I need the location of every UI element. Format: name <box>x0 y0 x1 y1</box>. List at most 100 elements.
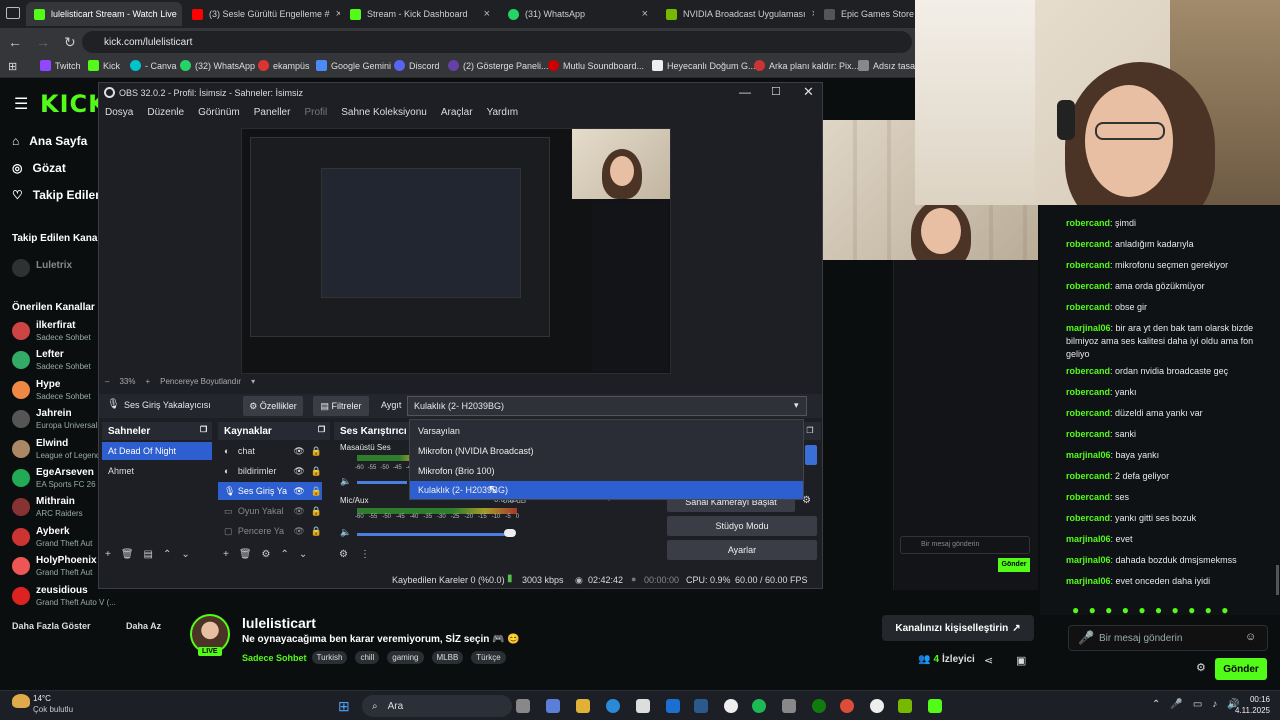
speaker-icon[interactable]: 🔈 <box>340 476 351 487</box>
filters-button[interactable]: ▤ Filtreler <box>313 396 369 416</box>
chat-username[interactable]: robercand <box>1066 281 1110 291</box>
chevron-up-icon[interactable]: ⌃ <box>281 549 289 560</box>
zoom-out-icon[interactable]: – <box>105 377 109 386</box>
fit-to-window[interactable]: Pencereye Boyutlandır <box>160 377 241 386</box>
chat-message[interactable]: robercand: sanki <box>1066 428 1276 441</box>
edge-browser-icon[interactable] <box>606 699 620 713</box>
category-link[interactable]: Sadece Sohbet <box>242 653 307 663</box>
menu-edit[interactable]: Düzenle <box>147 107 184 118</box>
studio-mode-button[interactable]: Stüdyo Modu <box>667 516 817 536</box>
bookmark-item[interactable]: ekampüs <box>258 60 310 71</box>
tab-kick-stream[interactable]: lulelisticart Stream - Watch Live× <box>26 2 182 26</box>
lock-icon[interactable]: 🔒 <box>311 526 322 537</box>
url-input[interactable]: kick.com/lulelisticart <box>82 31 912 53</box>
menu-view[interactable]: Görünüm <box>198 107 240 118</box>
eye-icon[interactable]: 👁 <box>293 466 304 477</box>
store-icon[interactable] <box>636 699 650 713</box>
bookmark-item[interactable]: (32) WhatsApp <box>180 60 255 71</box>
close-icon[interactable]: × <box>484 8 490 20</box>
source-item[interactable]: ▭ Oyun Yakal 👁 🔒 <box>218 502 322 520</box>
source-item[interactable]: ▢ Pencere Ya 👁 🔒 <box>218 522 322 540</box>
dock-float-icon[interactable]: ❐ <box>318 425 325 434</box>
lock-icon[interactable]: 🔒 <box>311 486 322 497</box>
add-icon[interactable]: + <box>223 549 229 560</box>
emoji-icon[interactable]: ☺ <box>1245 631 1256 643</box>
chat-username[interactable]: robercand <box>1066 492 1110 502</box>
chat-message[interactable]: marjinal06: evet <box>1066 533 1276 546</box>
chat-username[interactable]: robercand <box>1066 429 1110 439</box>
task-view-icon[interactable] <box>516 699 530 713</box>
show-less-link[interactable]: Daha Az <box>126 621 161 631</box>
bookmark-item[interactable]: - Canva <box>130 60 177 71</box>
chat-input[interactable]: Bir mesaj gönderin <box>1068 625 1268 651</box>
chat-message[interactable]: robercand: ordan nvidia broadcaste geç <box>1066 365 1276 378</box>
xbox-icon[interactable] <box>812 699 826 713</box>
eye-icon[interactable]: 👁 <box>293 486 304 497</box>
widgets-icon[interactable] <box>546 699 560 713</box>
tab-nvidia[interactable]: NVIDIA Broadcast Uygulaması × <box>658 2 814 26</box>
spotify-icon[interactable] <box>752 699 766 713</box>
zoom-in-icon[interactable]: + <box>145 377 150 386</box>
tab-youtube[interactable]: (3) Sesle Gürültü Engelleme # × <box>184 2 340 26</box>
chevron-down-icon[interactable]: ⌄ <box>181 549 189 560</box>
properties-button[interactable]: ⚙ Özellikler <box>243 396 303 416</box>
nav-home[interactable]: ⌂ Ana Sayfa <box>12 134 87 148</box>
chat-username[interactable]: robercand <box>1066 260 1110 270</box>
bookmark-item[interactable]: Google Gemini <box>316 60 391 71</box>
menu-icon[interactable]: ☰ <box>14 94 28 114</box>
nav-browse[interactable]: ◎ Gözat <box>12 161 66 175</box>
chat-message[interactable]: marjinal06: evet onceden daha iyidi <box>1066 575 1276 588</box>
obs-preview-canvas[interactable] <box>241 128 671 374</box>
scene-item[interactable]: At Dead Of Night <box>102 442 212 460</box>
chat-message[interactable]: marjinal06: baya yankı <box>1066 449 1276 462</box>
chat-username[interactable]: robercand <box>1066 408 1110 418</box>
chat-scrollbar[interactable] <box>1276 565 1279 595</box>
chatgpt-icon[interactable] <box>724 699 738 713</box>
device-option[interactable]: Varsayılan <box>410 422 803 440</box>
chat-username[interactable]: robercand <box>1066 218 1110 228</box>
filter-icon[interactable]: ▤ <box>144 549 153 560</box>
chat-username[interactable]: marjinal06 <box>1066 450 1111 460</box>
eye-icon[interactable]: 👁 <box>293 506 304 517</box>
eye-icon[interactable]: 👁 <box>293 526 304 537</box>
chat-message[interactable]: robercand: ama orda gözükmüyor <box>1066 280 1276 293</box>
kick-taskbar-icon[interactable] <box>928 699 942 713</box>
device-select[interactable]: Kulaklık (2- H2039BG) ▾ <box>407 396 807 416</box>
tab-search-icon[interactable] <box>6 7 20 19</box>
tag[interactable]: chill <box>355 651 380 664</box>
tag[interactable]: MLBB <box>431 651 464 664</box>
volume-slider[interactable] <box>357 481 407 484</box>
chat-username[interactable]: robercand <box>1066 471 1110 481</box>
volume-slider-handle[interactable] <box>504 529 516 537</box>
chat-message[interactable]: marjinal06: dahada bozduk dmsjsmekmss <box>1066 554 1276 567</box>
share-icon[interactable]: ⋖ <box>984 654 993 667</box>
chat-message[interactable]: robercand: 2 defa geliyor <box>1066 470 1276 483</box>
chevron-down-icon[interactable]: ⌄ <box>299 549 307 560</box>
tab-epic[interactable]: Epic Games Store | P <box>816 2 915 26</box>
settings-button[interactable]: Ayarlar <box>667 540 817 560</box>
outlook-icon[interactable] <box>666 699 680 713</box>
chat-message[interactable]: robercand: anladığım kadarıyla <box>1066 238 1276 251</box>
lock-icon[interactable]: 🔒 <box>311 506 322 517</box>
device-option[interactable]: Mikrofon (NVIDIA Broadcast) <box>410 442 803 460</box>
chat-username[interactable]: marjinal06 <box>1066 534 1111 544</box>
start-streaming-button-edge[interactable] <box>805 445 817 465</box>
chrome-icon[interactable] <box>840 699 854 713</box>
customize-channel-button[interactable]: Kanalınızı kişiselleştirin ↗ <box>882 615 1034 641</box>
menu-profile[interactable]: Profil <box>304 107 327 118</box>
weather-icon[interactable] <box>12 694 30 708</box>
menu-docks[interactable]: Paneller <box>254 107 291 118</box>
source-item[interactable]: ◐ bildirimler 👁 🔒 <box>218 462 322 480</box>
bookmark-item[interactable]: Discord <box>394 60 440 71</box>
chat-message[interactable]: robercand: yankı <box>1066 386 1276 399</box>
volume-slider[interactable] <box>357 533 507 536</box>
chat-username[interactable]: robercand <box>1066 239 1110 249</box>
reload-icon[interactable]: ↻ <box>64 34 76 51</box>
source-item[interactable]: ◐ chat 👁 🔒 <box>218 442 322 460</box>
bookmark-item[interactable]: Kick <box>88 60 120 71</box>
bookmark-item[interactable]: Adsız tasarı <box>858 60 921 71</box>
chevron-up-icon[interactable]: ⌃ <box>163 549 171 560</box>
bookmark-item[interactable]: Heyecanlı Doğum G... <box>652 60 756 71</box>
tab-whatsapp[interactable]: (31) WhatsApp × <box>500 2 656 26</box>
forward-icon[interactable]: → <box>36 34 50 50</box>
